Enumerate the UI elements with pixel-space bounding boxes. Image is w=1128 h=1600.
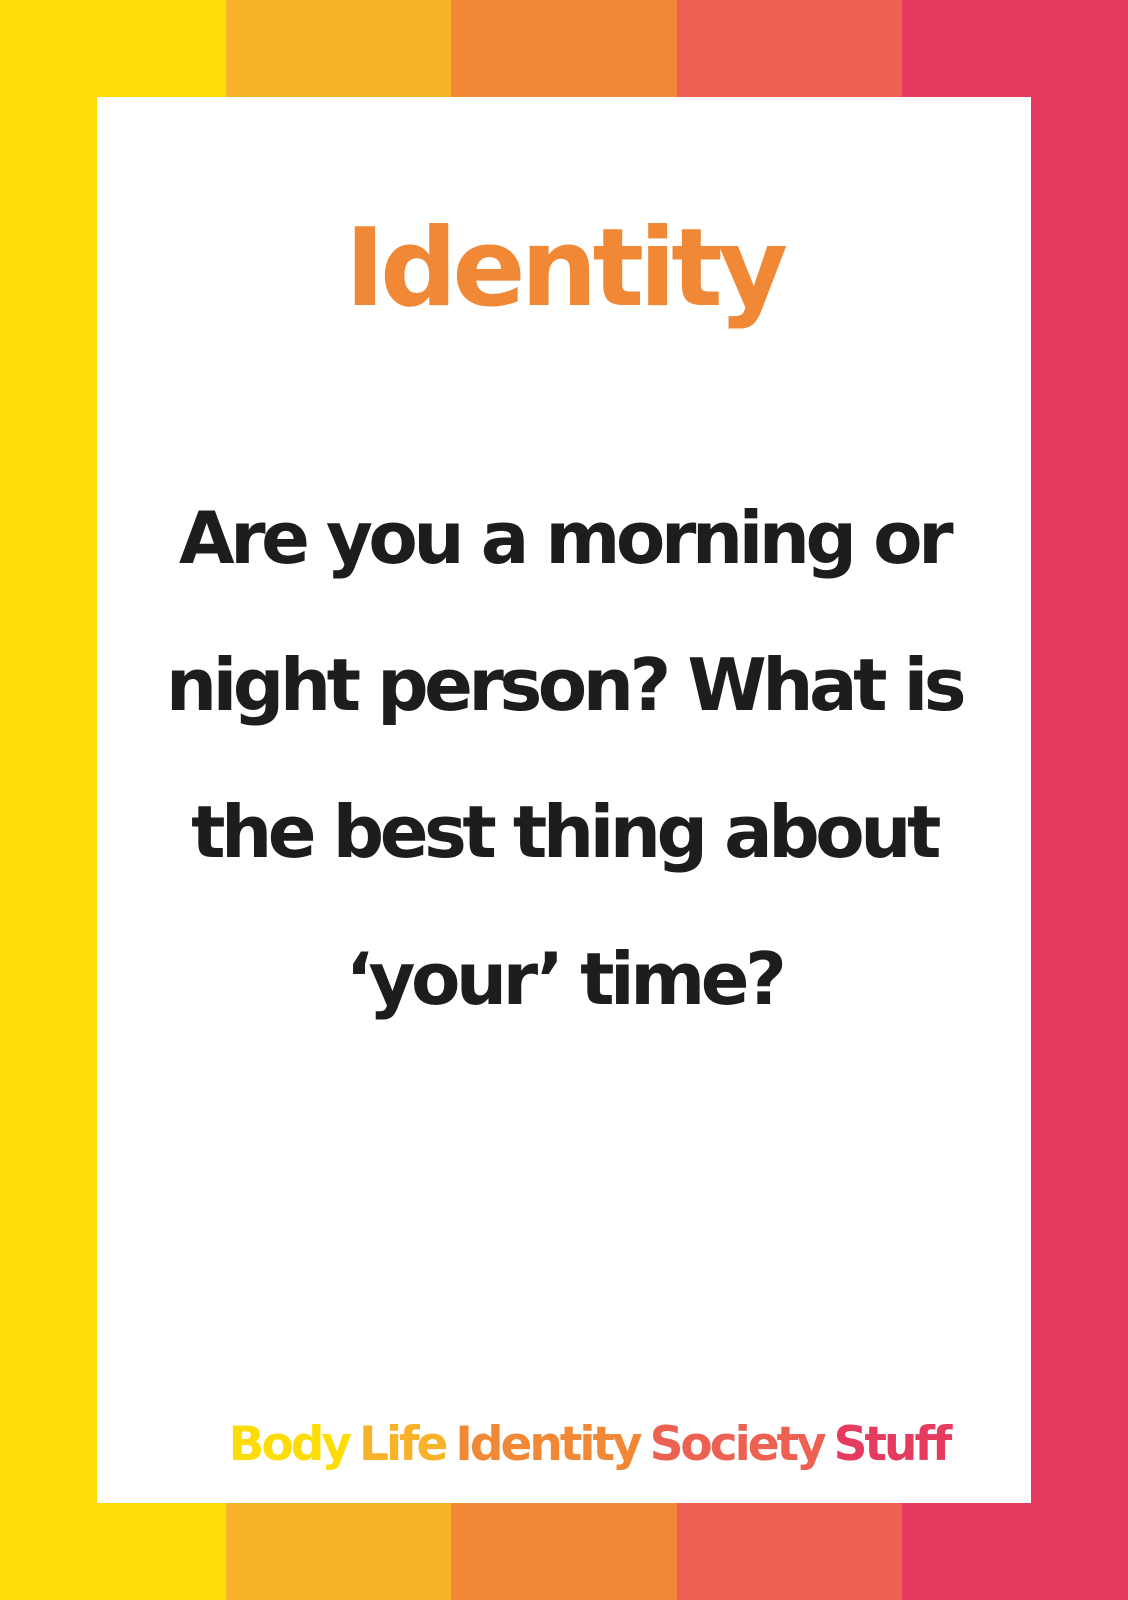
category-list: Body Life Identity Society Stuff [97,1417,1031,1472]
category-life: Life [359,1417,448,1472]
question-card: Identity Are you a morning or night pers… [97,97,1031,1503]
category-body: Body [228,1417,352,1472]
card-category-title: Identity [344,206,788,331]
card-question: Are you a morning or night person? What … [165,496,967,1021]
category-society: Society [649,1417,827,1472]
category-identity: Identity [455,1417,642,1472]
category-stuff: Stuff [833,1417,953,1472]
